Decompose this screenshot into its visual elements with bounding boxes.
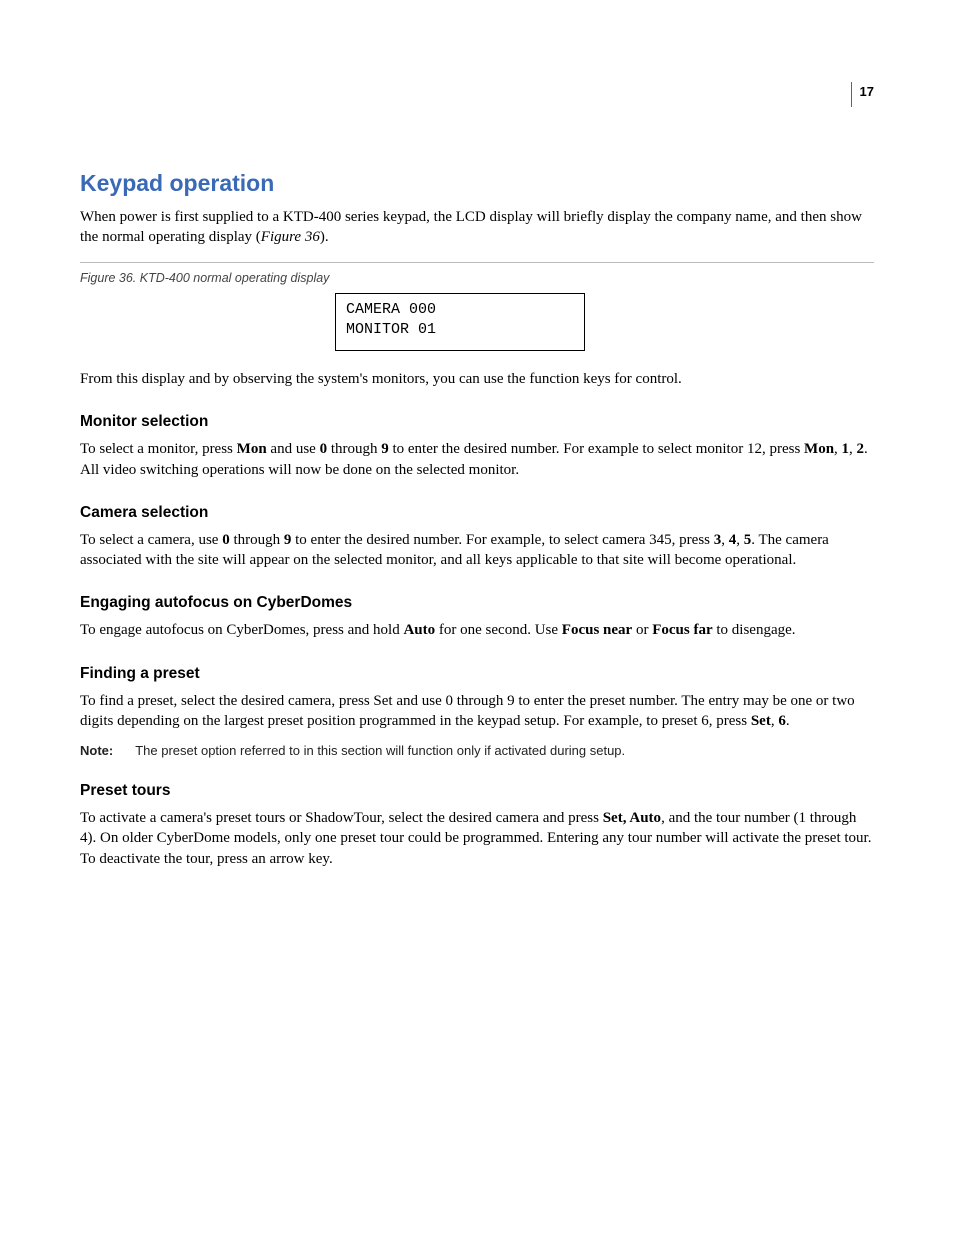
note-row: Note: The preset option referred to in t… [80, 743, 874, 758]
text: to disengage. [713, 622, 796, 638]
key-set-auto: Set, Auto [603, 810, 661, 826]
text: to enter the desired number. For example… [291, 532, 713, 548]
text: To select a camera, use [80, 532, 222, 548]
note-label: Note: [80, 743, 113, 758]
key-focus-far: Focus far [652, 622, 712, 638]
camera-selection-paragraph: To select a camera, use 0 through 9 to e… [80, 530, 874, 571]
lcd-line-2: MONITOR 01 [346, 321, 436, 338]
text: When power is first supplied to a KTD-40… [80, 209, 862, 245]
figure-reference: Figure 36 [261, 229, 320, 245]
heading-monitor-selection: Monitor selection [80, 413, 874, 431]
note-text: The preset option referred to in this se… [135, 743, 625, 758]
heading-preset-tours: Preset tours [80, 782, 874, 800]
key-0: 0 [222, 532, 230, 548]
key-auto: Auto [403, 622, 435, 638]
key-set: Set [751, 713, 771, 729]
text: for one second. Use [435, 622, 562, 638]
key-focus-near: Focus near [562, 622, 632, 638]
heading-finding-preset: Finding a preset [80, 665, 874, 683]
text: To activate a camera's preset tours or S… [80, 810, 603, 826]
intro-paragraph: When power is first supplied to a KTD-40… [80, 207, 874, 248]
text: through [230, 532, 284, 548]
text: through [327, 441, 381, 457]
text: , [849, 441, 857, 457]
lcd-line-1: CAMERA 000 [346, 301, 436, 318]
text: To engage autofocus on CyberDomes, press… [80, 622, 403, 638]
heading-camera-selection: Camera selection [80, 504, 874, 522]
finding-preset-paragraph: To find a preset, select the desired cam… [80, 691, 874, 732]
text: . [786, 713, 790, 729]
heading-keypad-operation: Keypad operation [80, 170, 874, 197]
text: and use [267, 441, 320, 457]
text: , [721, 532, 729, 548]
page-number: 17 [851, 82, 874, 107]
text: or [632, 622, 652, 638]
text: , [736, 532, 744, 548]
key-0: 0 [320, 441, 328, 457]
monitor-selection-paragraph: To select a monitor, press Mon and use 0… [80, 439, 874, 480]
text: To find a preset, select the desired cam… [80, 693, 855, 729]
key-6: 6 [778, 713, 786, 729]
after-figure-paragraph: From this display and by observing the s… [80, 369, 874, 389]
preset-tours-paragraph: To activate a camera's preset tours or S… [80, 808, 874, 869]
autofocus-paragraph: To engage autofocus on CyberDomes, press… [80, 620, 874, 640]
figure-caption: Figure 36. KTD-400 normal operating disp… [80, 271, 874, 285]
lcd-display-box: CAMERA 000 MONITOR 01 [335, 293, 585, 352]
key-1: 1 [842, 441, 850, 457]
text: ). [320, 229, 329, 245]
horizontal-rule [80, 262, 874, 263]
text: , [834, 441, 842, 457]
heading-autofocus: Engaging autofocus on CyberDomes [80, 594, 874, 612]
text: To select a monitor, press [80, 441, 237, 457]
key-mon: Mon [237, 441, 267, 457]
document-page: 17 Keypad operation When power is first … [0, 0, 954, 1235]
key-mon: Mon [804, 441, 834, 457]
key-9: 9 [381, 441, 389, 457]
key-2: 2 [857, 441, 865, 457]
text: to enter the desired number. For example… [389, 441, 804, 457]
